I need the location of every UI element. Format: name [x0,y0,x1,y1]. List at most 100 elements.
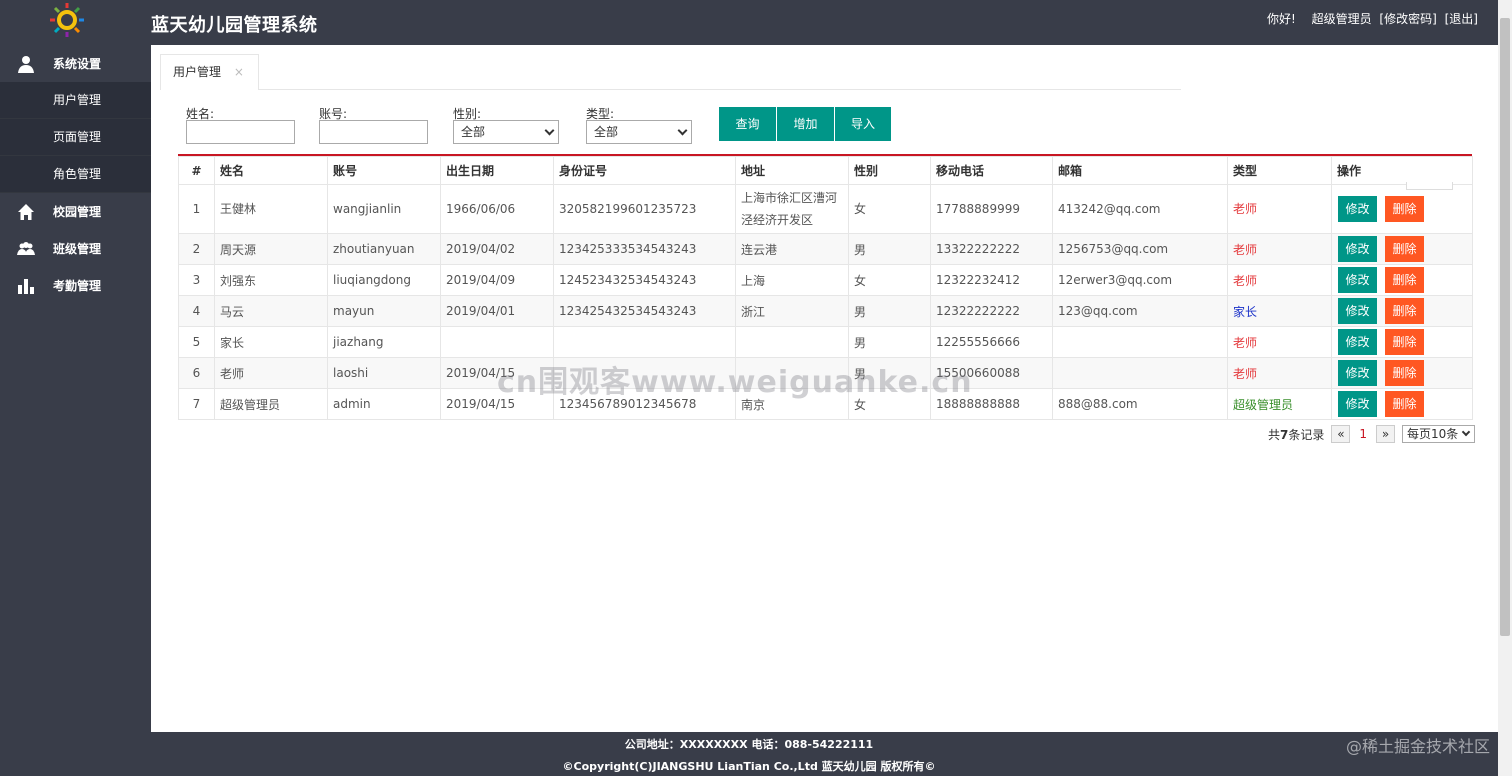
account-filter-input[interactable] [319,120,428,144]
table-cell: 123425333534543243 [553,233,736,265]
footer-address: 公司地址：XXXXXXXX 电话：088-54222111 [624,738,874,751]
sidebar-subitem-role-management[interactable]: 角色管理 [0,156,151,193]
bar-chart-icon [18,278,34,294]
table-cell [553,326,736,358]
user-icon [18,55,34,73]
table-cell: 4 [178,295,215,327]
sidebar-subitem-page-management[interactable]: 页面管理 [0,119,151,156]
edit-button[interactable]: 修改 [1338,267,1377,293]
watermark: cn围观客www.weiguanke.cn [497,365,973,400]
table-cell: 老师 [214,357,328,389]
top-header: 蓝天幼儿园管理系统 你好! 超级管理员 [修改密码] [退出] [0,0,1498,45]
query-button[interactable]: 查询 [719,107,777,141]
home-icon [18,203,34,220]
edit-button[interactable]: 修改 [1338,360,1377,386]
page-scrollbar[interactable] [1498,0,1512,776]
column-header: 账号 [327,156,441,185]
table-cell: 老师 [1227,326,1332,358]
sidebar-item-attendance[interactable]: 考勤管理 [0,267,151,304]
tab-divider [258,89,1181,90]
column-header: # [178,156,215,185]
gender-filter-select[interactable]: 全部 [453,120,559,144]
name-filter-input[interactable] [186,120,295,144]
table-cell: 7 [178,388,215,420]
pagination: 共7条记录 « 1 » 每页10条 [1268,425,1475,443]
import-button[interactable]: 导入 [835,107,891,141]
delete-button[interactable]: 删除 [1385,391,1424,417]
column-header: 地址 [735,156,849,185]
delete-button[interactable]: 删除 [1385,196,1424,222]
edit-button[interactable]: 修改 [1338,298,1377,324]
delete-button[interactable]: 删除 [1385,267,1424,293]
table-row: 2 周天源 zhoutianyuan 2019/04/02 12342533353454… [178,233,1473,265]
table-cell: 上海市徐汇区漕河泾经济开发区 [735,184,849,234]
logout-link[interactable]: [退出] [1445,12,1478,26]
column-resize-handle[interactable] [1406,182,1453,190]
row-actions: 修改 删除 [1331,184,1473,234]
table-cell: 413242@qq.com [1052,184,1228,234]
column-header: 出生日期 [440,156,554,185]
table-cell: 3 [178,264,215,296]
table-cell: 2019/04/01 [440,295,554,327]
table-cell: 老师 [1227,264,1332,296]
group-icon [17,241,35,255]
sidebar-item-label: 系统设置 [53,57,102,71]
sidebar-item-campus[interactable]: 校园管理 [0,193,151,230]
current-page[interactable]: 1 [1359,427,1367,441]
table-cell: 5 [178,326,215,358]
table-row: 3 刘强东 liuqiangdong 2019/04/09 12452343253454… [178,264,1473,296]
table-cell: wangjianlin [327,184,441,234]
scroll-thumb[interactable] [1500,18,1510,636]
prev-page-button[interactable]: « [1331,425,1351,443]
chevron-down-icon [544,125,555,136]
table-cell: 1 [178,184,215,234]
page-size-select[interactable]: 每页10条 [1402,425,1475,443]
edit-button[interactable]: 修改 [1338,329,1377,355]
column-header: 身份证号 [553,156,736,185]
table-cell: 2019/04/09 [440,264,554,296]
edit-button[interactable]: 修改 [1338,196,1377,222]
table-cell: 12322232412 [930,264,1053,296]
action-button-group: 查询 增加 导入 [719,107,891,141]
table-cell: 老师 [1227,184,1332,234]
change-password-link[interactable]: [修改密码] [1379,12,1436,26]
table-row: 4 马云 mayun 2019/04/01 123425432534543243 浙江男 1… [178,295,1473,327]
table-cell: 周天源 [214,233,328,265]
sidebar-item-system-settings[interactable]: 系统设置 [0,45,151,82]
sidebar-item-label: 校园管理 [53,205,102,219]
next-page-button[interactable]: » [1376,425,1395,443]
type-filter-select[interactable]: 全部 [586,120,692,144]
tab-user-management[interactable]: 用户管理 × [160,54,259,90]
column-header: 操作 [1331,156,1473,185]
column-header: 类型 [1227,156,1332,185]
sidebar-item-label: 班级管理 [53,242,102,256]
table-row: 1 王健林 wangjianlin 1966/06/06 320582199601235… [178,184,1473,234]
table-cell: jiazhang [327,326,441,358]
delete-button[interactable]: 删除 [1385,298,1424,324]
table-cell [1052,357,1228,389]
edit-button[interactable]: 修改 [1338,391,1377,417]
sidebar-item-class[interactable]: 班级管理 [0,230,151,267]
delete-button[interactable]: 删除 [1385,329,1424,355]
table-cell: 男 [848,295,931,327]
table-cell: 1966/06/06 [440,184,554,234]
sidebar-subitem-user-management[interactable]: 用户管理 [0,82,151,119]
table-cell [1052,326,1228,358]
table-cell: 124523432534543243 [553,264,736,296]
column-header: 姓名 [214,156,328,185]
username: 超级管理员 [1311,12,1372,26]
table-cell [440,326,554,358]
close-icon[interactable]: × [234,65,244,79]
edit-button[interactable]: 修改 [1338,236,1377,262]
delete-button[interactable]: 删除 [1385,360,1424,386]
table-cell: liuqiangdong [327,264,441,296]
record-count: 共7条记录 [1267,427,1325,442]
gender-filter-value: 全部 [461,125,486,139]
delete-button[interactable]: 删除 [1385,236,1424,262]
table-cell: 888@88.com [1052,388,1228,420]
table-cell: 2019/04/02 [440,233,554,265]
add-button[interactable]: 增加 [777,107,835,141]
tab-label: 用户管理 [173,65,222,79]
table-cell: admin [327,388,441,420]
sun-logo-icon [50,3,84,37]
